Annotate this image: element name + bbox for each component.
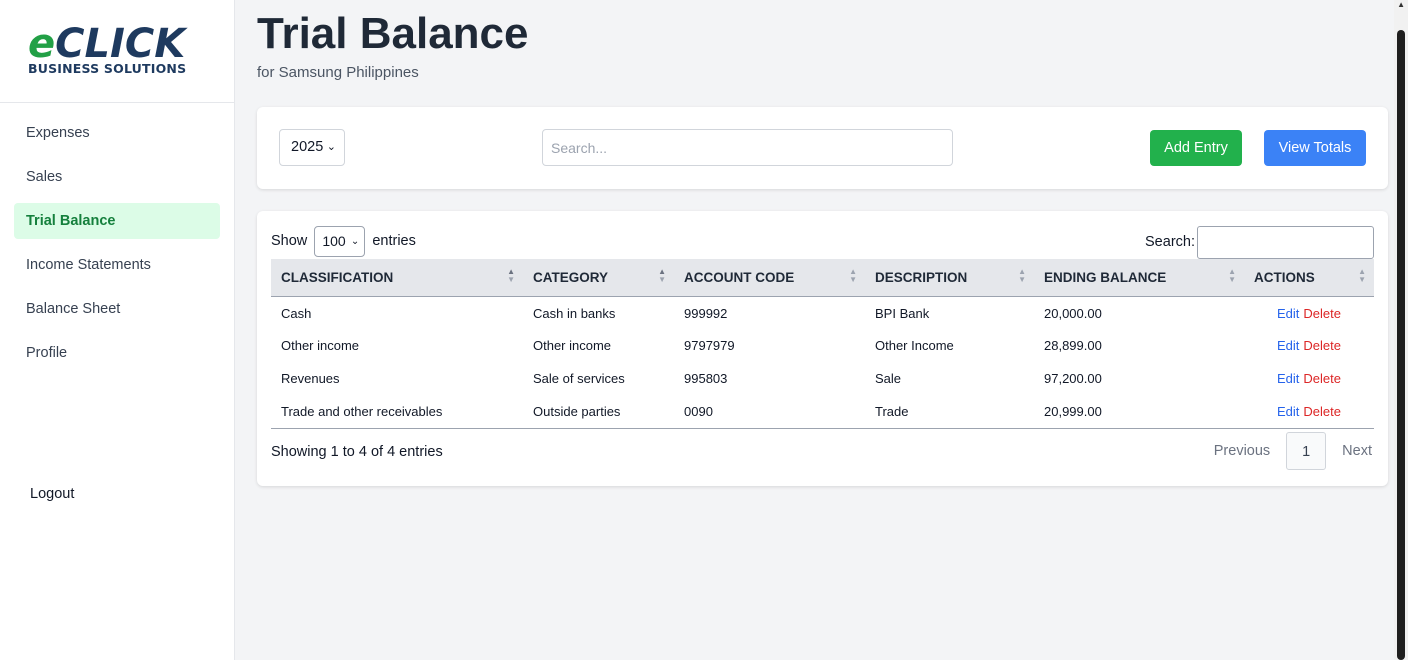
entries-label: entries	[372, 233, 416, 249]
show-label: Show	[271, 233, 308, 249]
delete-link[interactable]: Delete	[1303, 338, 1341, 353]
cell-actions: Edit Delete	[1244, 296, 1374, 329]
cell-category: Other income	[533, 338, 612, 353]
cell-actions: Edit Delete	[1244, 395, 1374, 429]
cell-ending-balance: 20,999.00	[1034, 395, 1244, 429]
delete-link[interactable]: Delete	[1303, 404, 1341, 419]
sidebar-item-trial-balance[interactable]: Trial Balance	[14, 203, 220, 239]
column-header-category[interactable]: CATEGORY ▲ ▼	[523, 259, 674, 297]
logo-tagline: BUSINESS SOLUTIONS	[28, 61, 187, 76]
sort-icon: ▲ ▼	[507, 267, 515, 284]
column-header-description[interactable]: DESCRIPTION ▲ ▼	[865, 259, 1034, 297]
scroll-up-arrow-icon[interactable]: ▲	[1397, 0, 1405, 9]
brand-logo[interactable]: eCLICK BUSINESS SOLUTIONS	[0, 0, 234, 103]
column-header-account-code[interactable]: ACCOUNT CODE ▲ ▼	[674, 259, 865, 297]
cell-account-code: 999992	[684, 306, 728, 322]
sort-icon: ▲ ▼	[1228, 267, 1236, 284]
cell-ending-balance: 20,000.00	[1044, 306, 1102, 322]
cell-account-code: 995803	[684, 371, 728, 386]
column-header-actions[interactable]: ACTIONS ▲ ▼	[1244, 259, 1374, 297]
add-entry-button[interactable]: Add Entry	[1150, 130, 1242, 166]
view-totals-button[interactable]: View Totals	[1264, 130, 1366, 166]
sort-icon: ▲ ▼	[849, 267, 857, 284]
page-subtitle: for Samsung Philippines	[257, 64, 419, 81]
pagination-next[interactable]: Next	[1342, 432, 1372, 470]
pagination: Previous 1 Next	[1214, 432, 1372, 470]
table-search-label: Search:	[1145, 234, 1195, 250]
table-search-input[interactable]	[1197, 226, 1374, 259]
table-row: Cash Cash in banks 999992 BPI Bank 20,00…	[271, 296, 1374, 329]
pagination-previous[interactable]: Previous	[1214, 432, 1270, 470]
page-title: Trial Balance	[257, 9, 529, 58]
cell-description: BPI Bank	[875, 306, 930, 322]
sidebar-item-income-statements[interactable]: Income Statements	[14, 247, 220, 283]
logo-wordmark: eCLICK	[28, 21, 186, 67]
cell-classification: Other income	[281, 338, 360, 353]
sidebar-nav: Expenses Sales Trial Balance Income Stat…	[0, 103, 234, 371]
sidebar-item-profile[interactable]: Profile	[14, 335, 220, 371]
edit-link[interactable]: Edit	[1277, 306, 1299, 321]
sidebar-item-balance-sheet[interactable]: Balance Sheet	[14, 291, 220, 327]
sort-icon: ▲ ▼	[1018, 267, 1026, 284]
cell-ending-balance: 97,200.00	[1044, 371, 1102, 386]
cell-category: Sale of services	[533, 371, 625, 386]
sidebar: eCLICK BUSINESS SOLUTIONS Expenses Sales…	[0, 0, 235, 660]
cell-description: Trade	[865, 395, 1034, 429]
cell-description: Sale	[875, 371, 902, 386]
year-select[interactable]: 2025 ⌄	[279, 129, 345, 166]
edit-link[interactable]: Edit	[1277, 404, 1299, 419]
table-row: Trade and other receivables Outside part…	[271, 395, 1374, 429]
table-search: Search:	[1145, 226, 1374, 259]
page-scrollbar[interactable]: ▲	[1394, 0, 1408, 660]
sidebar-item-sales[interactable]: Sales	[14, 159, 220, 195]
table-card: Show 100 ⌄ entries Search: CLASSIFICATIO…	[257, 211, 1388, 486]
main-content: Trial Balance for Samsung Philippines 20…	[257, 0, 1388, 486]
edit-link[interactable]: Edit	[1277, 338, 1299, 353]
edit-link[interactable]: Edit	[1277, 371, 1299, 386]
table-row: Other income Other income 9797979 Other …	[271, 329, 1374, 362]
table-header-row: CLASSIFICATION ▲ ▼ CATEGORY ▲ ▼ ACCOUNT CODE…	[271, 259, 1374, 297]
cell-classification: Revenues	[281, 371, 340, 386]
cell-account-code: 0090	[674, 395, 865, 429]
chevron-down-icon: ⌄	[350, 236, 360, 247]
column-header-classification[interactable]: CLASSIFICATION ▲ ▼	[271, 259, 523, 297]
scrollbar-thumb[interactable]	[1397, 30, 1405, 660]
table-row: Revenues Sale of services 995803 Sale 97…	[271, 362, 1374, 395]
pagination-page-1[interactable]: 1	[1286, 432, 1327, 470]
cell-classification: Trade and other receivables	[271, 395, 523, 429]
cell-category: Cash in banks	[533, 306, 616, 322]
page-length-value: 100	[322, 233, 346, 249]
cell-classification: Cash	[281, 306, 312, 322]
delete-link[interactable]: Delete	[1303, 371, 1341, 386]
cell-actions: Edit Delete	[1244, 329, 1374, 362]
cell-ending-balance: 28,899.00	[1044, 338, 1102, 353]
chevron-down-icon: ⌄	[326, 141, 336, 153]
cell-category: Outside parties	[523, 395, 674, 429]
cell-actions: Edit Delete	[1244, 362, 1374, 395]
sort-icon: ▲ ▼	[658, 267, 666, 284]
table-info: Showing 1 to 4 of 4 entries	[271, 444, 443, 460]
trial-balance-table: CLASSIFICATION ▲ ▼ CATEGORY ▲ ▼ ACCOUNT CODE…	[271, 259, 1374, 429]
logout-link[interactable]: Logout	[30, 486, 74, 502]
sort-icon: ▲ ▼	[1358, 267, 1366, 284]
delete-link[interactable]: Delete	[1303, 306, 1341, 321]
year-select-value: 2025	[291, 139, 324, 155]
page-length-control: Show 100 ⌄ entries	[271, 226, 416, 257]
toolbar-card: 2025 ⌄ Add Entry View Totals	[257, 107, 1388, 189]
sidebar-item-expenses[interactable]: Expenses	[14, 115, 220, 151]
cell-account-code: 9797979	[684, 338, 735, 353]
page-length-select[interactable]: 100 ⌄	[314, 226, 366, 257]
cell-description: Other Income	[875, 338, 954, 353]
column-header-ending-balance[interactable]: ENDING BALANCE ▲ ▼	[1034, 259, 1244, 297]
search-input[interactable]	[542, 129, 953, 166]
